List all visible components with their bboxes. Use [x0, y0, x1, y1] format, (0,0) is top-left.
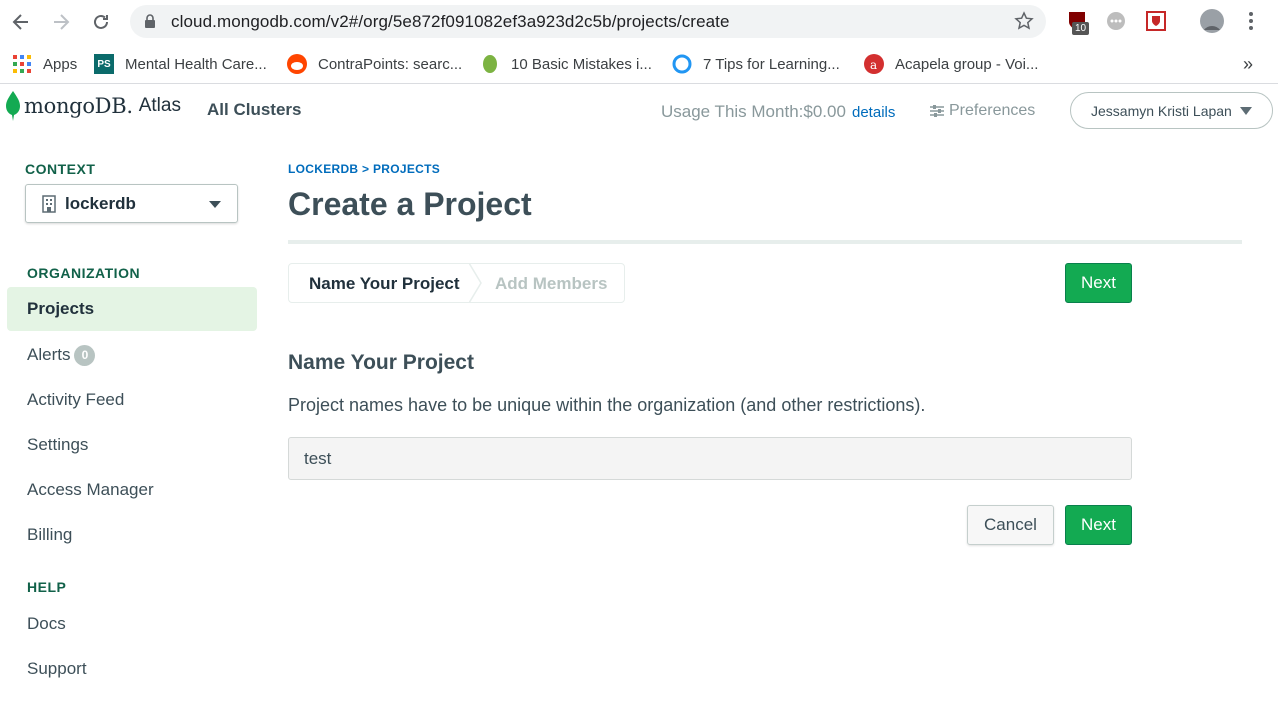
user-name: Jessamyn Kristi Lapan	[1091, 102, 1232, 119]
svg-text:a: a	[870, 58, 877, 72]
next-button-top[interactable]: Next	[1065, 263, 1132, 303]
back-icon[interactable]	[9, 10, 33, 34]
section-title: Name Your Project	[288, 351, 474, 374]
shield-extension-icon[interactable]	[1145, 10, 1167, 32]
acapela-favicon-icon: a	[864, 54, 884, 74]
globe-favicon-icon	[672, 54, 692, 74]
wizard-steps: Name Your Project Add Members	[288, 263, 625, 303]
mongodb-leaf-icon	[6, 91, 20, 121]
alerts-count-badge: 0	[74, 344, 96, 366]
organization-label: ORGANIZATION	[27, 265, 141, 281]
help-label: HELP	[27, 579, 67, 595]
bookmark-tips-learning[interactable]: 7 Tips for Learning...	[672, 53, 840, 75]
ublock-extension-icon[interactable]: 10	[1066, 10, 1090, 35]
address-bar[interactable]: cloud.mongodb.com/v2#/org/5e872f091082ef…	[130, 5, 1046, 38]
sidebar-item-billing[interactable]: Billing	[7, 513, 257, 557]
url-text: cloud.mongodb.com/v2#/org/5e872f091082ef…	[171, 12, 730, 31]
sliders-icon	[930, 105, 944, 117]
sidebar-item-access-manager[interactable]: Access Manager	[7, 468, 257, 512]
bookmark-basic-mistakes[interactable]: 10 Basic Mistakes i...	[480, 53, 652, 75]
context-value: lockerdb	[65, 193, 136, 213]
all-clusters-link[interactable]: All Clusters	[207, 100, 301, 120]
app-header: mongoDB. Atlas All Clusters Usage This M…	[0, 85, 1278, 137]
lock-icon	[144, 14, 156, 34]
next-button[interactable]: Next	[1065, 505, 1132, 545]
chat-extension-icon[interactable]	[1105, 10, 1127, 32]
step-add-members[interactable]: Add Members	[495, 274, 607, 294]
ps-favicon-icon: PS	[94, 54, 114, 74]
user-menu-button[interactable]: Jessamyn Kristi Lapan	[1070, 92, 1273, 129]
chevron-down-icon	[1239, 106, 1252, 115]
step-name-your-project[interactable]: Name Your Project	[309, 274, 460, 294]
sidebar-item-alerts[interactable]: Alerts 0	[7, 333, 257, 377]
sidebar-item-activity-feed[interactable]: Activity Feed	[7, 378, 257, 422]
bookmark-contrapoints[interactable]: ContraPoints: searc...	[287, 53, 462, 75]
breadcrumb[interactable]: LOCKERDB > PROJECTS	[288, 162, 440, 176]
forward-icon[interactable]	[49, 10, 73, 34]
bookmark-star-icon[interactable]	[1014, 11, 1034, 36]
step-separator-arrow	[469, 263, 482, 303]
sidebar-item-support[interactable]: Support	[7, 647, 257, 691]
section-description: Project names have to be unique within t…	[288, 395, 926, 415]
title-divider	[288, 240, 1242, 244]
leaf-favicon-icon	[480, 54, 500, 74]
browser-toolbar: cloud.mongodb.com/v2#/org/5e872f091082ef…	[0, 0, 1278, 44]
context-selector[interactable]: lockerdb	[25, 184, 238, 223]
bookmark-mental-health[interactable]: PS Mental Health Care...	[94, 53, 267, 75]
preferences-link[interactable]: Preferences	[930, 102, 1035, 120]
cancel-button[interactable]: Cancel	[967, 505, 1054, 545]
bookmarks-bar: Apps PS Mental Health Care... ContraPoin…	[0, 44, 1278, 84]
chevron-down-icon	[209, 201, 221, 208]
page-title: Create a Project	[288, 186, 532, 222]
building-icon	[42, 194, 56, 213]
profile-avatar-icon[interactable]	[1199, 8, 1225, 34]
apps-grid-icon	[12, 54, 32, 74]
bookmarks-overflow-button[interactable]: »	[1243, 53, 1253, 75]
browser-menu-icon[interactable]	[1240, 10, 1262, 32]
reload-icon[interactable]	[89, 10, 113, 34]
sidebar-item-projects[interactable]: Projects	[7, 287, 257, 331]
context-label: CONTEXT	[25, 161, 96, 177]
sidebar-item-docs[interactable]: Docs	[7, 602, 257, 646]
mongodb-atlas-logo[interactable]: mongoDB. Atlas	[6, 91, 181, 121]
bookmark-acapela[interactable]: a Acapela group - Voi...	[864, 53, 1038, 75]
usage-details-link[interactable]: details	[852, 104, 895, 121]
bookmark-apps[interactable]: Apps	[12, 53, 77, 75]
project-name-input[interactable]	[288, 437, 1132, 480]
reddit-favicon-icon	[287, 54, 307, 74]
extension-badge: 10	[1072, 22, 1090, 35]
usage-label: Usage This Month:$0.00	[661, 102, 846, 121]
sidebar-item-settings[interactable]: Settings	[7, 423, 257, 467]
